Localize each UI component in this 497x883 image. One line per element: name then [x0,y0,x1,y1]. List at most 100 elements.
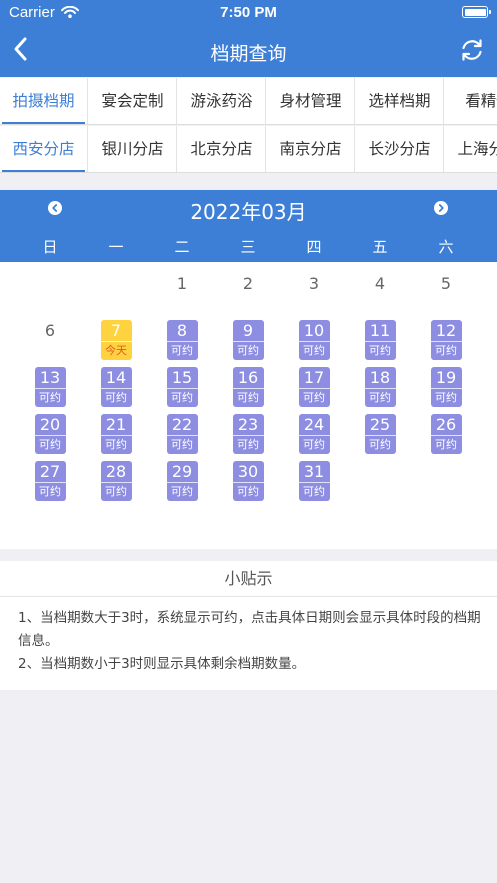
calendar-day-available[interactable]: 8 可约 [166,320,198,360]
tips-title: 小贴示 [0,561,497,597]
day-number: 24 [303,415,325,434]
store-tab[interactable]: 银川分店 [89,126,177,172]
calendar-day-available[interactable]: 30 可约 [232,461,264,501]
day-number: 31 [303,462,325,481]
weekday-label: 二 [174,238,190,256]
available-label: 可约 [232,388,264,406]
available-label: 可约 [100,388,132,406]
calendar-day-available[interactable]: 12 可约 [430,320,462,360]
weekday-label: 三 [240,238,256,256]
calendar-day-available[interactable]: 20 可约 [34,414,66,454]
available-label: 可约 [100,435,132,453]
page-title: 档期查询 [210,43,287,65]
weekday-label: 日 [42,238,58,256]
day-number: 12 [435,321,457,340]
calendar-day-available[interactable]: 27 可约 [34,461,66,501]
calendar-header: 2022年03月 日 一 二 三 四 五 六 [0,190,497,262]
day-number: 10 [303,321,325,340]
top-bar: Carrier 7:50 PM 档期查询 [0,0,497,77]
available-label: 可约 [166,435,198,453]
category-tab[interactable]: 拍摄档期 [0,78,88,124]
calendar-day-available[interactable]: 9 可约 [232,320,264,360]
category-tab[interactable]: 宴会定制 [89,78,177,124]
day-number: 7 [110,321,122,340]
weekday-row: 日一二三四五六 [0,236,497,258]
weekday-label: 一 [108,238,124,256]
day-number: 26 [435,415,457,434]
calendar-day-available[interactable]: 13 可约 [34,367,66,407]
category-tab[interactable]: 身材管理 [267,78,355,124]
calendar-day-available[interactable]: 10 可约 [298,320,330,360]
calendar-day-available[interactable]: 22 可约 [166,414,198,454]
calendar-day-available[interactable]: 25 可约 [364,414,396,454]
available-label: 可约 [430,435,462,453]
refresh-icon[interactable] [459,37,485,63]
day-number: 20 [39,415,61,434]
store-tab[interactable]: 上海分店 [445,126,497,172]
store-tab[interactable]: 北京分店 [178,126,266,172]
next-month-button[interactable] [434,201,448,215]
available-label: 可约 [100,482,132,500]
available-label: 可约 [34,435,66,453]
available-label: 可约 [298,482,330,500]
category-tabs: 拍摄档期宴会定制游泳药浴身材管理选样档期看精修 [0,78,497,125]
day-number: 15 [171,368,193,387]
available-label: 可约 [430,388,462,406]
available-label: 可约 [166,388,198,406]
calendar-day-available[interactable]: 21 可约 [100,414,132,454]
calendar-day-available[interactable]: 16 可约 [232,367,264,407]
calendar-day[interactable]: 4 [360,274,400,293]
calendar-day-available[interactable]: 28 可约 [100,461,132,501]
calendar-day-available[interactable]: 18 可约 [364,367,396,407]
calendar-day-available[interactable]: 31 可约 [298,461,330,501]
day-number: 17 [303,368,325,387]
calendar-day-available[interactable]: 23 可约 [232,414,264,454]
calendar-day[interactable]: 3 [294,274,334,293]
category-tab[interactable]: 选样档期 [356,78,444,124]
calendar-day-available[interactable]: 29 可约 [166,461,198,501]
calendar-day-available[interactable]: 26 可约 [430,414,462,454]
month-title: 2022年03月 [190,200,307,224]
calendar-day-today[interactable]: 7 今天 [100,320,132,360]
available-label: 可约 [430,341,462,359]
day-number: 27 [39,462,61,481]
status-time: 7:50 PM [220,4,277,21]
store-tab[interactable]: 西安分店 [0,126,88,172]
calendar-day-available[interactable]: 11 可约 [364,320,396,360]
available-label: 可约 [232,435,264,453]
weekday-label: 四 [306,238,322,256]
day-number: 18 [369,368,391,387]
battery-icon [462,6,491,18]
available-label: 可约 [298,341,330,359]
day-number: 28 [105,462,127,481]
available-label: 可约 [364,388,396,406]
today-label: 今天 [100,341,132,359]
day-number: 30 [237,462,259,481]
day-number: 8 [176,321,188,340]
category-tab[interactable]: 看精修 [445,78,497,124]
calendar-day-available[interactable]: 17 可约 [298,367,330,407]
calendar-day[interactable]: 2 [228,274,268,293]
category-tab[interactable]: 游泳药浴 [178,78,266,124]
calendar-day-available[interactable]: 14 可约 [100,367,132,407]
calendar-day-available[interactable]: 19 可约 [430,367,462,407]
calendar-day[interactable]: 6 [30,321,70,340]
available-label: 可约 [166,341,198,359]
calendar-day-available[interactable]: 15 可约 [166,367,198,407]
tips-text: 1、当档期数大于3时，系统显示可约，点击具体日期则会显示具体时段的档期信息。 2… [18,607,482,676]
day-number: 9 [242,321,254,340]
tips-panel: 小贴示 1、当档期数大于3时，系统显示可约，点击具体日期则会显示具体时段的档期信… [0,561,497,690]
calendar-day-available[interactable]: 24 可约 [298,414,330,454]
day-number: 29 [171,462,193,481]
calendar-day[interactable]: 5 [426,274,466,293]
day-number: 19 [435,368,457,387]
available-label: 可约 [232,482,264,500]
day-number: 14 [105,368,127,387]
calendar-day[interactable]: 1 [162,274,202,293]
store-tab[interactable]: 长沙分店 [356,126,444,172]
day-number: 16 [237,368,259,387]
available-label: 可约 [298,435,330,453]
store-tab[interactable]: 南京分店 [267,126,355,172]
day-number: 23 [237,415,259,434]
available-label: 可约 [232,341,264,359]
